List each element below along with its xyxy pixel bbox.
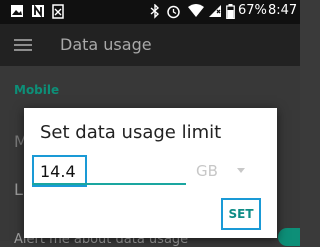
limit-value[interactable]: 14.4 [40, 162, 76, 181]
set-limit-dialog: Set data usage limit 14.4 GB SET [24, 108, 277, 238]
dialog-title: Set data usage limit [40, 122, 222, 143]
clock: 8:47 [268, 3, 298, 18]
bluetooth-icon [150, 4, 160, 19]
alert-toggle[interactable] [278, 228, 300, 246]
battery-percent: 67% [238, 3, 267, 18]
wifi-icon [188, 4, 204, 17]
settings-row-partial[interactable]: L [14, 180, 23, 199]
battery-icon [226, 4, 235, 19]
input-underline [32, 183, 186, 185]
document-icon [52, 4, 64, 19]
n-notification-icon [32, 4, 44, 18]
set-button[interactable]: SET [221, 198, 261, 230]
page-title: Data usage [60, 35, 152, 54]
alarm-icon [167, 5, 180, 19]
app-bar: Data usage [0, 24, 300, 66]
status-bar: 67% 8:47 [0, 0, 300, 24]
section-header-mobile: Mobile [14, 83, 60, 97]
menu-icon[interactable] [14, 38, 32, 52]
signal-off-icon [209, 5, 221, 17]
unit-select[interactable]: GB [196, 162, 218, 180]
image-icon [11, 5, 23, 17]
dropdown-arrow-icon[interactable] [237, 168, 245, 173]
